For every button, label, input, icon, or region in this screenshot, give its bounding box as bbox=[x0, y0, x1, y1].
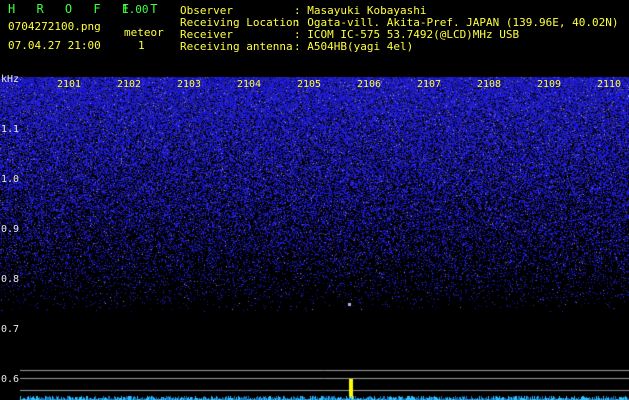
app-version: 1.00 bbox=[122, 3, 149, 16]
y-tick-label: 0.7 bbox=[1, 324, 20, 335]
date-time: 07.04.27 21:00 bbox=[8, 39, 101, 52]
y-tick-label: 0.9 bbox=[1, 224, 20, 235]
meteor-count: 1 bbox=[138, 39, 145, 52]
x-tick-label: 2109 bbox=[537, 79, 562, 90]
spectrogram-area: kHz 1.1 1.0 0.9 0.8 0.7 0.6 2101 2102 21… bbox=[0, 72, 629, 400]
spectrogram-canvas bbox=[0, 72, 629, 400]
x-tick-label: 2107 bbox=[417, 79, 442, 90]
info-value-antenna: : A504HB(yagi 4el) bbox=[294, 40, 414, 53]
y-tick-label: 1.0 bbox=[1, 174, 20, 185]
x-tick-label: 2104 bbox=[237, 79, 262, 90]
y-unit-label: kHz bbox=[1, 74, 20, 85]
info-label-antenna: Receiving antenna bbox=[180, 40, 293, 53]
y-tick-label: 0.6 bbox=[1, 374, 20, 385]
hroft-app: H R O F F T 1.00 0704272100.png meteor 0… bbox=[0, 0, 629, 400]
x-tick-label: 2106 bbox=[357, 79, 382, 90]
x-tick-label: 2110 bbox=[597, 79, 622, 90]
x-tick-label: 2102 bbox=[117, 79, 142, 90]
x-tick-label: 2103 bbox=[177, 79, 202, 90]
y-tick-label: 1.1 bbox=[1, 124, 20, 135]
x-tick-label: 2105 bbox=[297, 79, 322, 90]
x-tick-label: 2101 bbox=[57, 79, 82, 90]
y-tick-label: 0.8 bbox=[1, 274, 20, 285]
mode-label: meteor bbox=[124, 26, 164, 39]
file-name: 0704272100.png bbox=[8, 20, 101, 33]
x-tick-label: 2108 bbox=[477, 79, 502, 90]
header-panel: H R O F F T 1.00 0704272100.png meteor 0… bbox=[0, 0, 629, 72]
